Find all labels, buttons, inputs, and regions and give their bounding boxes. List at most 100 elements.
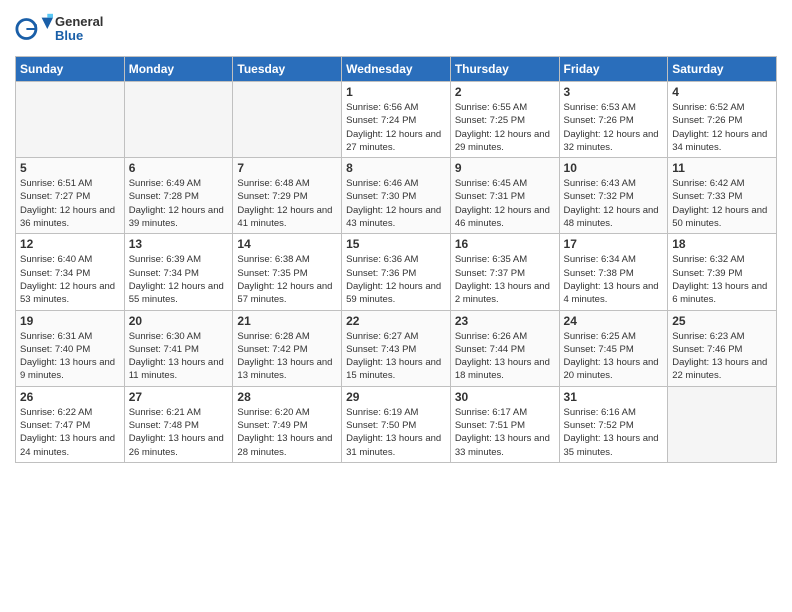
day-number: 5: [20, 161, 120, 175]
day-info: Sunrise: 6:42 AM Sunset: 7:33 PM Daylight:…: [672, 177, 772, 230]
calendar-cell: 21 Sunrise: 6:28 AM Sunset: 7:42 PM Dayligh…: [233, 310, 342, 386]
sunset: Sunset: 7:48 PM: [129, 420, 199, 431]
sunset: Sunset: 7:38 PM: [564, 268, 634, 279]
daylight: Daylight: 13 hours and 13 minutes.: [237, 357, 332, 381]
daylight: Daylight: 12 hours and 50 minutes.: [672, 205, 767, 229]
col-saturday: Saturday: [668, 57, 777, 82]
sunset: Sunset: 7:51 PM: [455, 420, 525, 431]
sunrise: Sunrise: 6:28 AM: [237, 331, 309, 342]
day-number: 23: [455, 314, 555, 328]
daylight: Daylight: 12 hours and 48 minutes.: [564, 205, 659, 229]
sunset: Sunset: 7:33 PM: [672, 191, 742, 202]
day-info: Sunrise: 6:19 AMSunset: 7:50 PMDaylight:…: [346, 406, 446, 459]
sunset: Sunset: 7:45 PM: [564, 344, 634, 355]
sunrise: Sunrise: 6:31 AM: [20, 331, 92, 342]
day-number: 24: [564, 314, 664, 328]
calendar-cell: 25Sunrise: 6:23 AMSunset: 7:46 PMDayligh…: [668, 310, 777, 386]
sunset: Sunset: 7:46 PM: [672, 344, 742, 355]
calendar-cell: 22Sunrise: 6:27 AMSunset: 7:43 PMDayligh…: [342, 310, 451, 386]
calendar-cell: 13Sunrise: 6:39 AMSunset: 7:34 PMDayligh…: [124, 234, 233, 310]
daylight: Daylight: 12 hours and 32 minutes.: [564, 129, 659, 153]
day-info: Sunrise: 6:43 AMSunset: 7:32 PMDaylight:…: [564, 177, 664, 230]
day-number: 31: [564, 390, 664, 404]
day-number: 16: [455, 237, 555, 251]
calendar-cell: 31Sunrise: 6:16 AMSunset: 7:52 PMDayligh…: [559, 386, 668, 462]
calendar-week-3: 12Sunrise: 6:40 AMSunset: 7:34 PMDayligh…: [16, 234, 777, 310]
sunrise: Sunrise: 6:53 AM: [564, 102, 636, 113]
sunrise: Sunrise: 6:51 AM: [20, 178, 92, 189]
calendar-week-5: 26Sunrise: 6:22 AMSunset: 7:47 PMDayligh…: [16, 386, 777, 462]
calendar-cell: 15Sunrise: 6:36 AMSunset: 7:36 PMDayligh…: [342, 234, 451, 310]
calendar-cell: 12Sunrise: 6:40 AMSunset: 7:34 PMDayligh…: [16, 234, 125, 310]
day-number: 17: [564, 237, 664, 251]
calendar-cell: 19 Sunrise: 6:31 AM Sunset: 7:40 PM Dayligh…: [16, 310, 125, 386]
daylight: Daylight: 12 hours and 53 minutes.: [20, 281, 115, 305]
daylight: Daylight: 12 hours and 59 minutes.: [346, 281, 441, 305]
sunset: Sunset: 7:44 PM: [455, 344, 525, 355]
col-friday: Friday: [559, 57, 668, 82]
day-number: 7: [237, 161, 337, 175]
sunrise: Sunrise: 6:42 AM: [672, 178, 744, 189]
sunrise: Sunrise: 6:55 AM: [455, 102, 527, 113]
calendar-week-1: 1Sunrise: 6:56 AMSunset: 7:24 PMDaylight…: [16, 82, 777, 158]
calendar-cell: [16, 82, 125, 158]
daylight: Daylight: 13 hours and 15 minutes.: [346, 357, 441, 381]
day-info: Sunrise: 6:38 AMSunset: 7:35 PMDaylight:…: [237, 253, 337, 306]
calendar-week-4: 19 Sunrise: 6:31 AM Sunset: 7:40 PM Dayligh…: [16, 310, 777, 386]
daylight: Daylight: 13 hours and 18 minutes.: [455, 357, 550, 381]
calendar-cell: 14Sunrise: 6:38 AMSunset: 7:35 PMDayligh…: [233, 234, 342, 310]
sunrise: Sunrise: 6:22 AM: [20, 407, 92, 418]
day-info: Sunrise: 6:26 AMSunset: 7:44 PMDaylight:…: [455, 330, 555, 383]
day-info: Sunrise: 6:28 AM Sunset: 7:42 PM Daylight:…: [237, 330, 337, 383]
sunset: Sunset: 7:43 PM: [346, 344, 416, 355]
daylight: Daylight: 13 hours and 9 minutes.: [20, 357, 115, 381]
col-sunday: Sunday: [16, 57, 125, 82]
daylight: Daylight: 13 hours and 28 minutes.: [237, 433, 332, 457]
logo: General Blue: [15, 10, 103, 48]
sunrise: Sunrise: 6:46 AM: [346, 178, 418, 189]
page-container: General Blue Sunday Monday Tuesday Wedne…: [0, 0, 792, 612]
sunset: Sunset: 7:35 PM: [237, 268, 307, 279]
day-info: Sunrise: 6:39 AMSunset: 7:34 PMDaylight:…: [129, 253, 229, 306]
day-info: Sunrise: 6:36 AMSunset: 7:36 PMDaylight:…: [346, 253, 446, 306]
daylight: Daylight: 12 hours and 36 minutes.: [20, 205, 115, 229]
day-number: 19: [20, 314, 120, 328]
calendar-cell: 28Sunrise: 6:20 AMSunset: 7:49 PMDayligh…: [233, 386, 342, 462]
daylight: Daylight: 13 hours and 2 minutes.: [455, 281, 550, 305]
sunset: Sunset: 7:30 PM: [346, 191, 416, 202]
daylight: Daylight: 13 hours and 26 minutes.: [129, 433, 224, 457]
calendar-cell: 11Sunrise: 6:42 AMSunset: 7:33 PMDayligh…: [668, 158, 777, 234]
calendar-week-2: 5Sunrise: 6:51 AMSunset: 7:27 PMDaylight…: [16, 158, 777, 234]
day-info: Sunrise: 6:17 AMSunset: 7:51 PMDaylight:…: [455, 406, 555, 459]
day-info: Sunrise: 6:45 AMSunset: 7:31 PMDaylight:…: [455, 177, 555, 230]
day-info: Sunrise: 6:30 AMSunset: 7:41 PMDaylight:…: [129, 330, 229, 383]
sunrise: Sunrise: 6:48 AM: [237, 178, 309, 189]
calendar-cell: [233, 82, 342, 158]
day-info: Sunrise: 6:25 AMSunset: 7:45 PMDaylight:…: [564, 330, 664, 383]
day-number: 30: [455, 390, 555, 404]
day-number: 20: [129, 314, 229, 328]
day-number: 8: [346, 161, 446, 175]
day-info: Sunrise: 6:31 AM Sunset: 7:40 PM Daylight:…: [20, 330, 120, 383]
sunset: Sunset: 7:42 PM: [237, 344, 307, 355]
day-info: Sunrise: 6:55 AMSunset: 7:25 PMDaylight:…: [455, 101, 555, 154]
calendar-cell: 9Sunrise: 6:45 AMSunset: 7:31 PMDaylight…: [450, 158, 559, 234]
day-number: 3: [564, 85, 664, 99]
col-tuesday: Tuesday: [233, 57, 342, 82]
calendar-cell: [668, 386, 777, 462]
daylight: Daylight: 13 hours and 31 minutes.: [346, 433, 441, 457]
daylight: Daylight: 12 hours and 46 minutes.: [455, 205, 550, 229]
sunrise: Sunrise: 6:32 AM: [672, 254, 744, 265]
sunrise: Sunrise: 6:25 AM: [564, 331, 636, 342]
day-info: Sunrise: 6:32 AMSunset: 7:39 PMDaylight:…: [672, 253, 772, 306]
sunset: Sunset: 7:32 PM: [564, 191, 634, 202]
daylight: Daylight: 13 hours and 11 minutes.: [129, 357, 224, 381]
day-number: 21: [237, 314, 337, 328]
calendar-cell: 5Sunrise: 6:51 AMSunset: 7:27 PMDaylight…: [16, 158, 125, 234]
day-number: 22: [346, 314, 446, 328]
sunset: Sunset: 7:40 PM: [20, 344, 90, 355]
day-info: Sunrise: 6:46 AMSunset: 7:30 PMDaylight:…: [346, 177, 446, 230]
day-number: 28: [237, 390, 337, 404]
sunset: Sunset: 7:26 PM: [564, 115, 634, 126]
calendar-cell: 24Sunrise: 6:25 AMSunset: 7:45 PMDayligh…: [559, 310, 668, 386]
